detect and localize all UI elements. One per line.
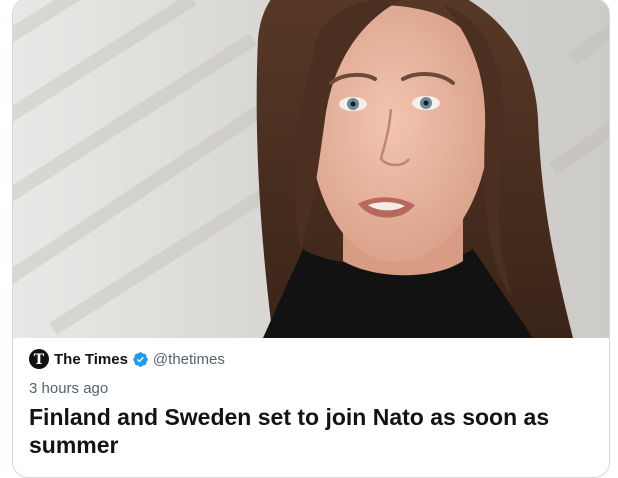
headline[interactable]: Finland and Sweden set to join Nato as s…	[29, 403, 589, 459]
source-name[interactable]: The Times	[54, 351, 128, 368]
the-times-logo: T	[29, 349, 49, 369]
source-handle[interactable]: @thetimes	[153, 351, 225, 368]
source-row[interactable]: T The Times @thetimes	[29, 348, 593, 370]
verified-badge-icon	[133, 351, 148, 367]
logo-letter: T	[33, 351, 45, 368]
link-preview-card[interactable]: T The Times @thetimes 3 hours ago Finlan…	[12, 0, 610, 478]
news-photo-illustration	[13, 0, 609, 338]
news-photo[interactable]	[13, 0, 609, 338]
timestamp: 3 hours ago	[29, 380, 109, 397]
card-meta: T The Times @thetimes 3 hours ago Finlan…	[29, 348, 593, 459]
